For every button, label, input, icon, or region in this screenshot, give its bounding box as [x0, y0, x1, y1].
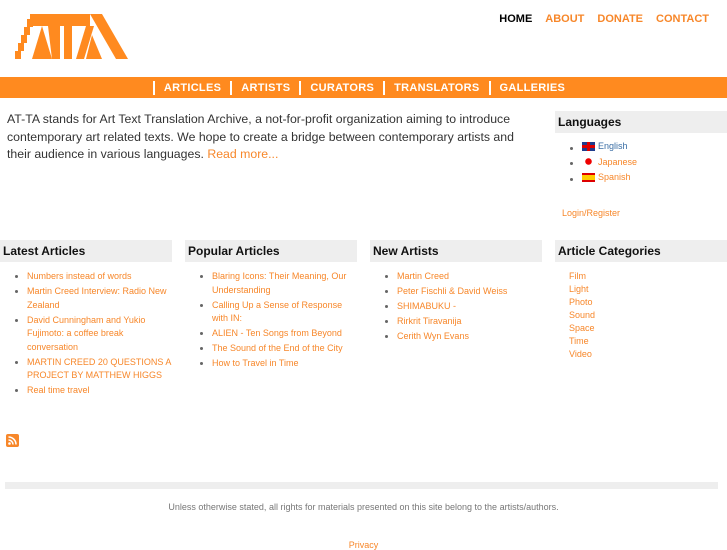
lang-english[interactable]: English	[582, 141, 628, 151]
category-link[interactable]: Photo	[569, 297, 593, 307]
article-link[interactable]: Real time travel	[27, 385, 90, 395]
artist-link[interactable]: Peter Fischli & David Weiss	[397, 286, 507, 296]
article-link[interactable]: Numbers instead of words	[27, 271, 132, 281]
category-link[interactable]: Time	[569, 336, 589, 346]
login-register-link[interactable]: Login/Register	[562, 208, 620, 218]
artist-link[interactable]: Cerith Wyn Evans	[397, 331, 469, 341]
artist-link[interactable]: SHIMABUKU -	[397, 301, 456, 311]
article-link[interactable]: The Sound of the End of the City	[212, 343, 343, 353]
article-categories-title: Article Categories	[555, 240, 727, 262]
article-categories: Article Categories Film Light Photo Soun…	[555, 240, 727, 361]
article-link[interactable]: Blaring Icons: Their Meaning, Our Unders…	[212, 271, 346, 295]
atta-logo	[15, 14, 128, 59]
popular-articles-title: Popular Articles	[185, 240, 357, 262]
artist-link[interactable]: Rirkrit Tiravanija	[397, 316, 462, 326]
main-nav: ARTICLES ARTISTS CURATORS TRANSLATORS GA…	[0, 77, 727, 98]
lang-label: English	[598, 141, 628, 151]
nav-artists[interactable]: ARTISTS	[230, 80, 299, 95]
new-artists-title: New Artists	[370, 240, 542, 262]
read-more-link[interactable]: Read more...	[207, 147, 278, 161]
category-link[interactable]: Light	[569, 284, 589, 294]
japan-flag-icon	[582, 157, 595, 166]
uk-flag-icon	[582, 141, 595, 151]
category-link[interactable]: Sound	[569, 310, 595, 320]
article-link[interactable]: Calling Up a Sense of Response with IN:	[212, 300, 342, 324]
category-link[interactable]: Video	[569, 349, 592, 359]
artist-link[interactable]: Martin Creed	[397, 271, 449, 281]
category-link[interactable]: Film	[569, 271, 586, 281]
lang-japanese[interactable]: Japanese	[582, 157, 637, 167]
nav-donate[interactable]: DONATE	[597, 13, 643, 25]
latest-articles-title: Latest Articles	[0, 240, 172, 262]
footer-divider	[5, 482, 718, 489]
new-artists: New Artists Martin Creed Peter Fischli &…	[370, 240, 542, 345]
nav-translators[interactable]: TRANSLATORS	[383, 80, 488, 95]
languages-title: Languages	[555, 111, 727, 133]
article-link[interactable]: Martin Creed Interview: Radio New Zealan…	[27, 286, 167, 310]
intro-text: AT-TA stands for Art Text Translation Ar…	[7, 111, 537, 164]
logo[interactable]	[12, 13, 140, 66]
article-link[interactable]: ALIEN - Ten Songs from Beyond	[212, 328, 342, 338]
nav-about[interactable]: ABOUT	[545, 13, 584, 25]
spain-flag-icon	[582, 172, 595, 182]
privacy-link[interactable]: Privacy	[0, 540, 727, 550]
lang-label: Japanese	[598, 156, 638, 167]
languages-box: Languages English Japanese Spanish	[555, 111, 727, 188]
lang-label: Spanish	[598, 172, 631, 182]
nav-curators[interactable]: CURATORS	[299, 80, 383, 95]
popular-articles: Popular Articles Blaring Icons: Their Me…	[185, 240, 357, 372]
article-link[interactable]: David Cunningham and Yukio Fujimoto: a c…	[27, 315, 145, 352]
rss-icon[interactable]	[6, 434, 19, 447]
latest-articles: Latest Articles Numbers instead of words…	[0, 240, 172, 399]
nav-home[interactable]: HOME	[499, 13, 532, 25]
lang-spanish[interactable]: Spanish	[582, 172, 631, 182]
article-link[interactable]: MARTIN CREED 20 QUESTIONS A PROJECT BY M…	[27, 357, 171, 381]
copyright-text: Unless otherwise stated, all rights for …	[168, 502, 559, 512]
category-link[interactable]: Space	[569, 323, 595, 333]
article-link[interactable]: How to Travel in Time	[212, 358, 299, 368]
nav-contact[interactable]: CONTACT	[656, 13, 709, 25]
top-nav: HOME ABOUT DONATE CONTACT	[499, 13, 709, 25]
nav-galleries[interactable]: GALLERIES	[488, 80, 575, 95]
nav-articles[interactable]: ARTICLES	[152, 80, 230, 95]
